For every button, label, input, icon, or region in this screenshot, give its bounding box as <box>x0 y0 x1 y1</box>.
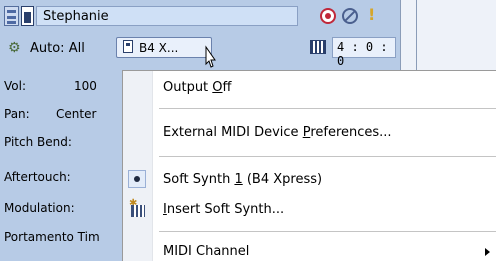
automation-mode-label[interactable]: Auto: All <box>30 41 85 56</box>
menu-separator <box>159 231 496 232</box>
param-label-modulation: Modulation: <box>4 201 75 215</box>
menu-item-label: Insert Soft Synth... <box>163 202 285 217</box>
menu-separator <box>159 108 496 109</box>
submenu-arrow-icon <box>485 248 490 256</box>
output-port-label: B4 X... <box>139 41 179 55</box>
menu-item-label: Soft Synth 1 (B4 Xpress) <box>163 172 323 187</box>
track-name-field[interactable]: Stephanie <box>36 6 298 26</box>
menu-separator <box>159 156 496 157</box>
output-port-button[interactable]: B4 X... <box>116 37 212 58</box>
insert-soft-synth-icon: ✱ <box>129 199 145 217</box>
param-label-pan: Pan: <box>4 107 30 121</box>
track-type-icon[interactable] <box>4 6 19 26</box>
menu-item-label: External MIDI Device Preferences... <box>163 125 392 140</box>
menu-item-midi-channel[interactable]: MIDI Channel <box>123 237 496 261</box>
param-value-pan[interactable]: Center <box>56 107 96 121</box>
piano-keyboard-icon[interactable] <box>310 40 326 54</box>
automation-icon[interactable]: ⚙ <box>8 40 21 56</box>
param-value-volume[interactable]: 100 <box>74 79 97 93</box>
param-label-aftertouch: Aftertouch: <box>4 170 71 184</box>
output-context-menu: Output Off External MIDI Device Preferen… <box>122 70 496 261</box>
menu-item-label: MIDI Channel <box>163 244 250 259</box>
radio-bullet-icon <box>128 170 146 188</box>
mouse-cursor-icon <box>205 45 216 68</box>
menu-item-soft-synth-1[interactable]: Soft Synth 1 (B4 Xpress) <box>123 165 496 193</box>
param-label-portamento: Portamento Tim <box>4 230 100 244</box>
menu-item-label: Output Off <box>163 80 232 95</box>
menu-item-output-off[interactable]: Output Off <box>123 73 496 101</box>
midi-track-icon <box>21 6 34 26</box>
track-header-row: Stephanie ! <box>2 4 396 30</box>
record-arm-icon[interactable] <box>320 8 336 24</box>
track-io-row: ⚙ Auto: All B4 X... 4 : 0 : 0 <box>2 36 396 68</box>
menu-item-insert-soft-synth[interactable]: ✱ Insert Soft Synth... <box>123 195 496 223</box>
menu-item-external-midi-preferences[interactable]: External MIDI Device Preferences... <box>123 118 496 146</box>
solo-icon[interactable]: ! <box>368 5 375 24</box>
param-label-pitch-bend: Pitch Bend: <box>4 135 72 149</box>
midi-port-icon <box>123 40 133 53</box>
param-label-volume: Vol: <box>4 79 26 93</box>
mute-icon[interactable] <box>342 8 358 24</box>
time-offset-field[interactable]: 4 : 0 : 0 <box>332 37 396 68</box>
